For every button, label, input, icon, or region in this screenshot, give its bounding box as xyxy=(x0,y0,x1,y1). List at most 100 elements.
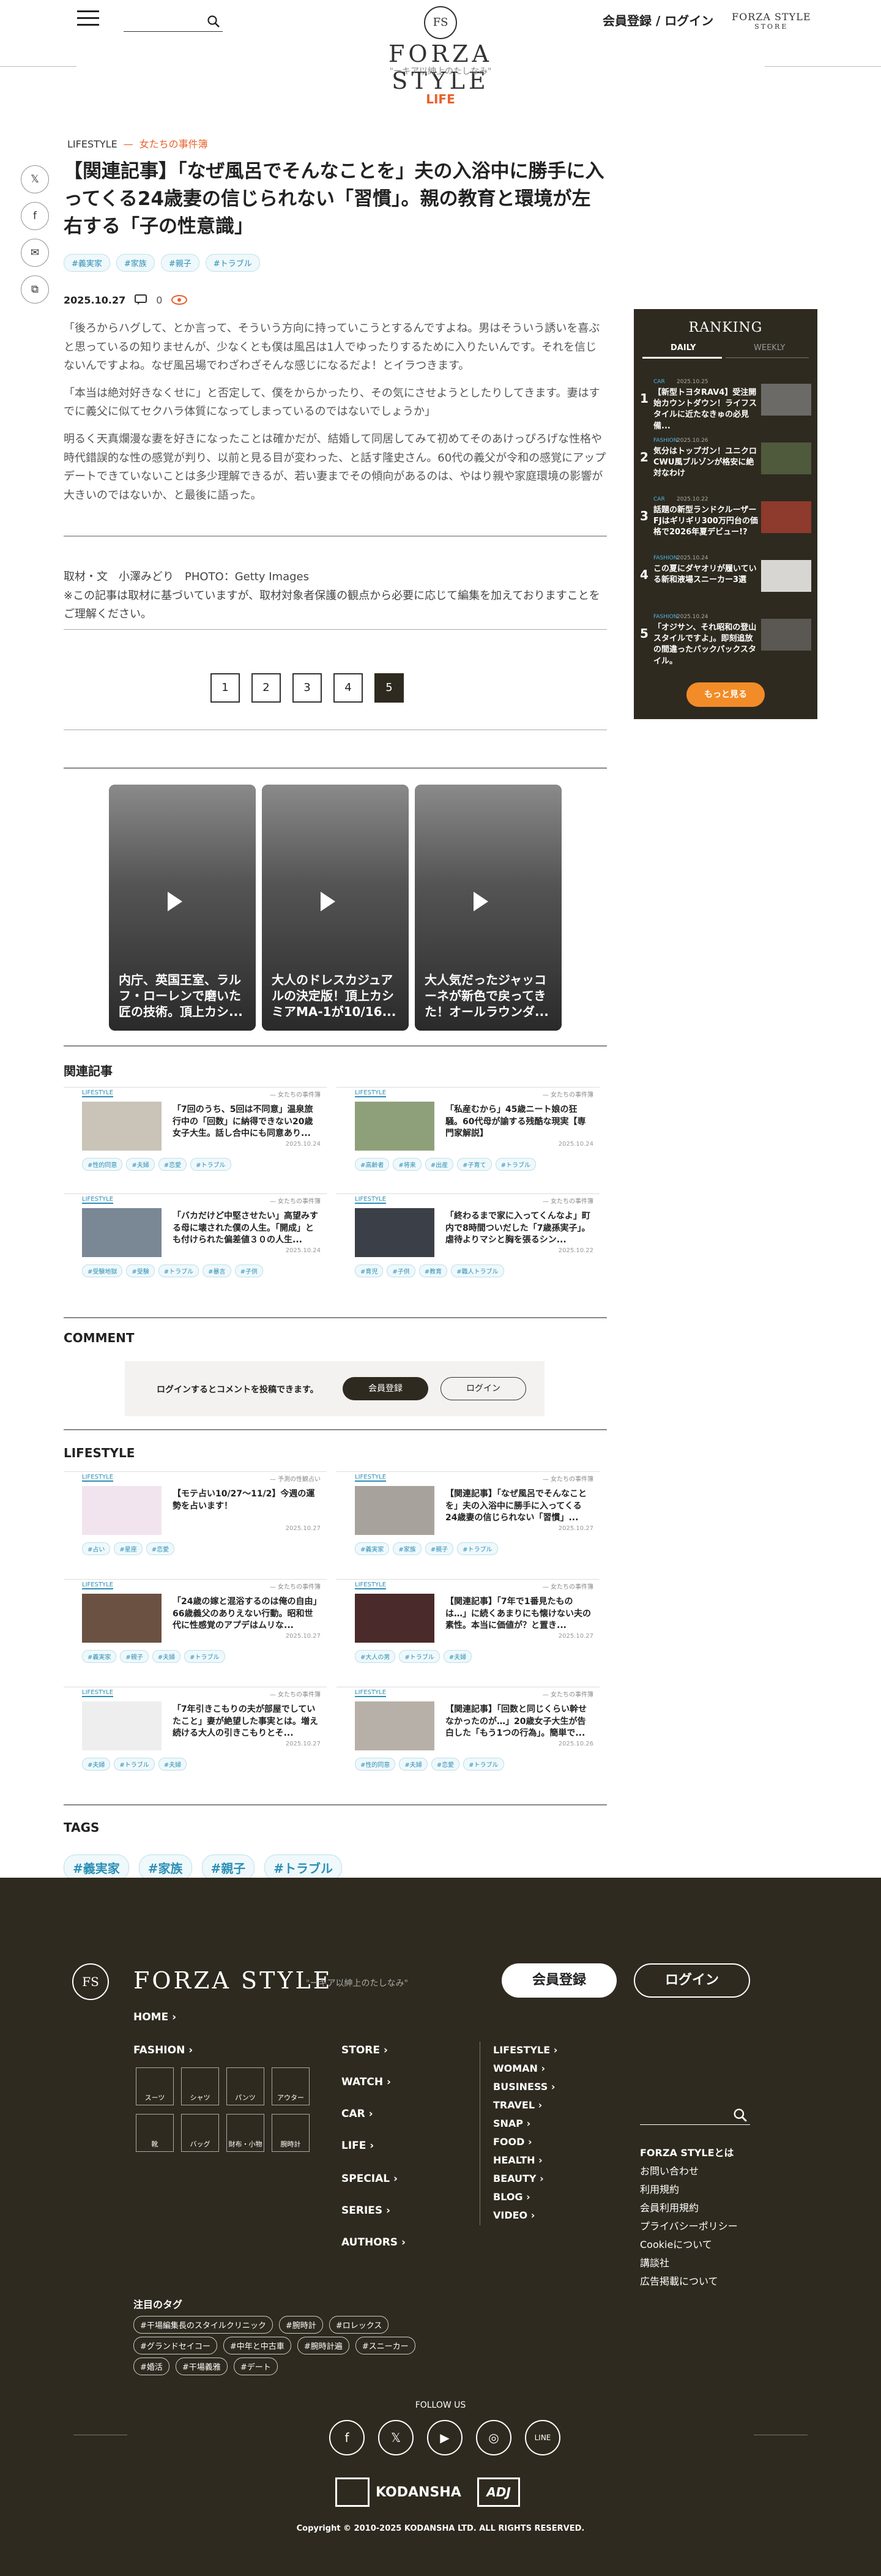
related-card[interactable]: LIFESTYLE — 女たちの事件簿 「私産むから」45歳ニート娘の狂騒。60… xyxy=(336,1087,600,1185)
footer-nav-authors[interactable]: AUTHORS › xyxy=(341,2236,406,2249)
card-tag[interactable]: #親子 xyxy=(425,1542,454,1555)
card-tag[interactable]: #子供 xyxy=(234,1264,263,1277)
comment-icon[interactable] xyxy=(134,294,147,306)
card-title[interactable]: 「バカだけど中堅させたい」高望みする母に壊された僕の人生。「開成」とも付けられた… xyxy=(173,1211,319,1247)
facebook-share-icon[interactable]: f xyxy=(21,202,49,230)
tag-link[interactable]: #親子 xyxy=(201,1854,255,1881)
footer-tag[interactable]: #スニーカー xyxy=(355,2337,415,2354)
card-title[interactable]: 「24歳の嫁と混浴するのは俺の自由」66歳義父のありえない行動。昭和世代に性感覚… xyxy=(173,1596,319,1632)
footer-link-advertise[interactable]: 広告掲載について xyxy=(640,2273,718,2288)
article-tag[interactable]: #家族 xyxy=(116,254,155,272)
card-tag[interactable]: #育児 xyxy=(355,1264,384,1277)
footer-tag[interactable]: #腕時計遍 xyxy=(297,2337,349,2354)
card-title[interactable]: 【関連記事】「回数と同じくらい幹せなかったのが…」20歳女子大生が告白した「もう… xyxy=(445,1704,592,1740)
footer-nav-home[interactable]: HOME › xyxy=(133,2011,176,2023)
card-tag[interactable]: #トラブル xyxy=(457,1542,498,1555)
card-tag[interactable]: #トラブル xyxy=(190,1158,231,1171)
signup-link[interactable]: 会員登録 xyxy=(603,13,652,28)
play-icon[interactable] xyxy=(474,892,488,911)
footer-sub-health[interactable]: HEALTH › xyxy=(493,2154,543,2166)
footer-search-input[interactable] xyxy=(640,2105,750,2125)
rank-thumbnail[interactable] xyxy=(761,560,811,592)
related-card[interactable]: LIFESTYLE — 女たちの事件簿 「終わるまで家に入ってくんなよ」町内で8… xyxy=(336,1193,600,1291)
ranking-item[interactable]: 1 CAR 2025.10.25 【新型トヨタRAV4】受注開始カウントダウン！… xyxy=(640,376,811,435)
page-5-button[interactable]: 5 xyxy=(374,673,404,703)
card-tag[interactable]: #恋愛 xyxy=(431,1758,460,1771)
comment-signup-button[interactable]: 会員登録 xyxy=(343,1377,428,1400)
card-tag[interactable]: #トラブル xyxy=(399,1650,440,1663)
card-tag[interactable]: #星座 xyxy=(114,1542,143,1555)
page-2-button[interactable]: 2 xyxy=(251,673,281,703)
card-tag[interactable]: #夫婦 xyxy=(82,1758,111,1771)
footer-logo-mark[interactable]: FS xyxy=(72,1963,109,2000)
footer-nav-life[interactable]: LIFE › xyxy=(341,2140,374,2152)
footer-link-cookie[interactable]: Cookieについて xyxy=(640,2236,712,2251)
footer-login-button[interactable]: ログイン xyxy=(634,1963,750,1998)
card-tag[interactable]: #義実家 xyxy=(82,1650,117,1663)
card-thumbnail[interactable] xyxy=(355,1701,434,1750)
footer-link-member-terms[interactable]: 会員利用規約 xyxy=(640,2200,699,2214)
related-card[interactable]: LIFESTYLE — 女たちの事件簿 「7回のうち、5回は不同意」温泉旅行中の… xyxy=(64,1087,327,1185)
breadcrumb-category[interactable]: LIFESTYLE xyxy=(67,138,117,150)
lifestyle-card[interactable]: LIFESTYLE — 女たちの事件簿 【関連記事】「7年で1番見たものは…」に… xyxy=(336,1579,600,1677)
card-title[interactable]: 【モテ占い10/27〜11/2】今週の運勢を占います！ xyxy=(173,1488,319,1512)
tag-link[interactable]: #トラブル xyxy=(264,1854,343,1881)
card-tag[interactable]: #トラブル xyxy=(158,1264,199,1277)
card-title[interactable]: 【関連記事】「なぜ風呂でそんなことを」夫の入浴中に勝手に入ってくる24歳妻の信じ… xyxy=(445,1488,592,1525)
footer-nav-special[interactable]: SPECIAL › xyxy=(341,2173,398,2185)
card-tag[interactable]: #義実家 xyxy=(355,1542,390,1555)
card-tag[interactable]: #将来 xyxy=(393,1158,422,1171)
rank-thumbnail[interactable] xyxy=(761,442,811,474)
article-tag[interactable]: #親子 xyxy=(160,254,199,272)
card-tag[interactable]: #出産 xyxy=(425,1158,454,1171)
line-icon[interactable]: LINE xyxy=(525,2420,560,2455)
play-icon[interactable] xyxy=(321,892,335,911)
watch-icon[interactable]: 腕時計 xyxy=(272,2114,310,2152)
outer-icon[interactable]: アウター xyxy=(272,2067,310,2105)
card-thumbnail[interactable] xyxy=(82,1486,162,1535)
card-tag[interactable]: #性的同意 xyxy=(82,1158,123,1171)
tab-daily[interactable]: DAILY xyxy=(671,343,696,353)
rank-thumbnail[interactable] xyxy=(761,501,811,533)
card-tag[interactable]: #恋愛 xyxy=(146,1542,175,1555)
card-thumbnail[interactable] xyxy=(82,1701,162,1750)
lifestyle-card[interactable]: LIFESTYLE — 女たちの事件簿 【関連記事】「なぜ風呂でそんなことを」夫… xyxy=(336,1471,600,1569)
footer-signup-button[interactable]: 会員登録 xyxy=(502,1963,617,1998)
footer-sub-snap[interactable]: SNAP › xyxy=(493,2118,530,2129)
card-title[interactable]: 「終わるまで家に入ってくんなよ」町内で8時間ついだした「7歳孫実子」。虐待よりマ… xyxy=(445,1211,592,1247)
login-link[interactable]: ログイン xyxy=(664,13,713,28)
card-tag[interactable]: #恋愛 xyxy=(158,1158,187,1171)
pants-icon[interactable]: パンツ xyxy=(226,2067,264,2105)
suit-icon[interactable]: スーツ xyxy=(136,2067,174,2105)
rank-title[interactable]: 【新型トヨタRAV4】受注開始カウントダウン！ライフスタイルに近たなきゅの必見備… xyxy=(653,387,759,432)
tag-link[interactable]: #義実家 xyxy=(64,1854,129,1881)
card-tag[interactable]: #夫婦 xyxy=(399,1758,428,1771)
card-thumbnail[interactable] xyxy=(355,1208,434,1257)
card-tag[interactable]: #トラブル xyxy=(114,1758,155,1771)
card-tag[interactable]: #占い xyxy=(82,1542,111,1555)
footer-tag[interactable]: #干場編集長のスタイルクリニック xyxy=(133,2316,273,2334)
copy-link-icon[interactable]: ⧉ xyxy=(21,275,49,304)
wallet-icon[interactable]: 財布・小物 xyxy=(226,2114,264,2152)
footer-sub-beauty[interactable]: BEAUTY › xyxy=(493,2173,544,2184)
card-title[interactable]: 「7回のうち、5回は不同意」温泉旅行中の「回数」に納得できない20歳女子大生。話… xyxy=(173,1104,319,1140)
footer-link-terms[interactable]: 利用規約 xyxy=(640,2181,679,2196)
footer-tag[interactable]: #干場義雅 xyxy=(175,2358,228,2375)
footer-tag[interactable]: #婚活 xyxy=(133,2358,169,2375)
card-tag[interactable]: #夫婦 xyxy=(443,1650,472,1663)
article-tag[interactable]: #義実家 xyxy=(64,254,110,272)
bookmark-icon[interactable] xyxy=(171,294,188,305)
menu-icon[interactable] xyxy=(77,10,99,26)
article-tag[interactable]: #トラブル xyxy=(205,254,260,272)
x-share-icon[interactable]: 𝕏 xyxy=(21,165,49,193)
footer-tag[interactable]: #腕時計 xyxy=(278,2316,323,2334)
instagram-icon[interactable]: ◎ xyxy=(476,2420,511,2455)
rank-title[interactable]: 話題の新型ランドクルーザー FJはギリギリ300万円台の価格で2026年夏デビュ… xyxy=(653,505,759,539)
store-logo[interactable]: FORZA STYLE STORE xyxy=(732,11,811,31)
footer-nav-car[interactable]: CAR › xyxy=(341,2108,373,2120)
footer-sub-lifestyle[interactable]: LIFESTYLE › xyxy=(493,2044,557,2056)
card-tag[interactable]: #子供 xyxy=(387,1264,415,1277)
adj-logo[interactable]: ADJ xyxy=(477,2477,520,2507)
lifestyle-card[interactable]: LIFESTYLE — 女たちの事件簿 「24歳の嫁と混浴するのは俺の自由」66… xyxy=(64,1579,327,1677)
search-icon[interactable] xyxy=(207,15,220,28)
